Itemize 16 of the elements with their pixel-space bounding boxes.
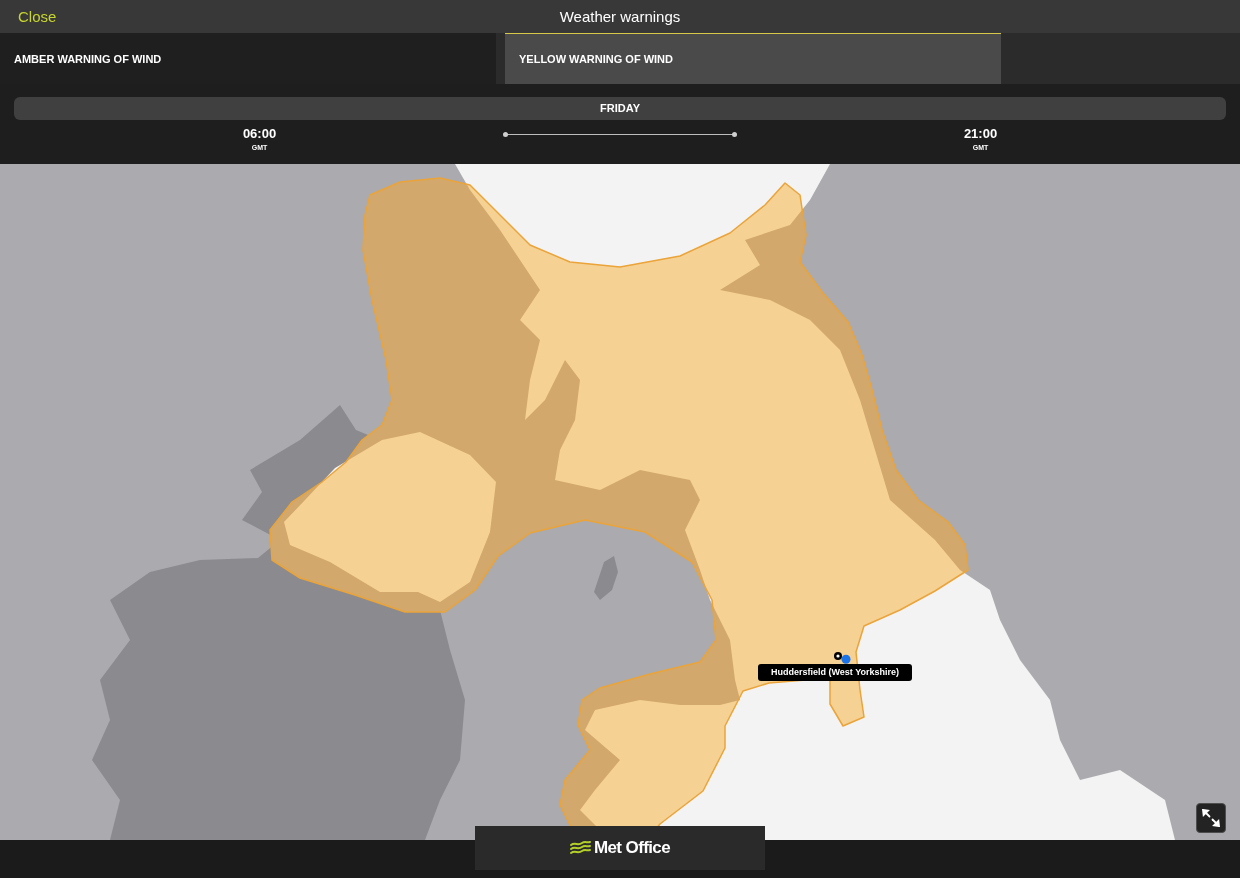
location-pin-icon[interactable] [833,651,851,664]
start-handle[interactable] [503,132,508,137]
warning-tab[interactable]: AMBER WARNING OF WIND [0,33,496,84]
end-time: 21:00 [963,127,998,141]
expand-icon [1202,809,1220,827]
fullscreen-button[interactable] [1196,803,1226,833]
end-handle[interactable] [732,132,737,137]
logo-text: Met Office [593,838,671,858]
logo-icon [569,841,591,855]
day-bar: FRIDAY [14,97,1226,120]
close-link[interactable]: Close [18,8,57,25]
island-area [594,556,618,600]
warning-tab[interactable]: YELLOW WARNING OF WIND [505,33,1001,84]
start-time: 06:00 [242,127,277,141]
window-title: Weather warnings [559,8,681,25]
location-label: Huddersfield (West Yorkshire) [758,664,913,681]
